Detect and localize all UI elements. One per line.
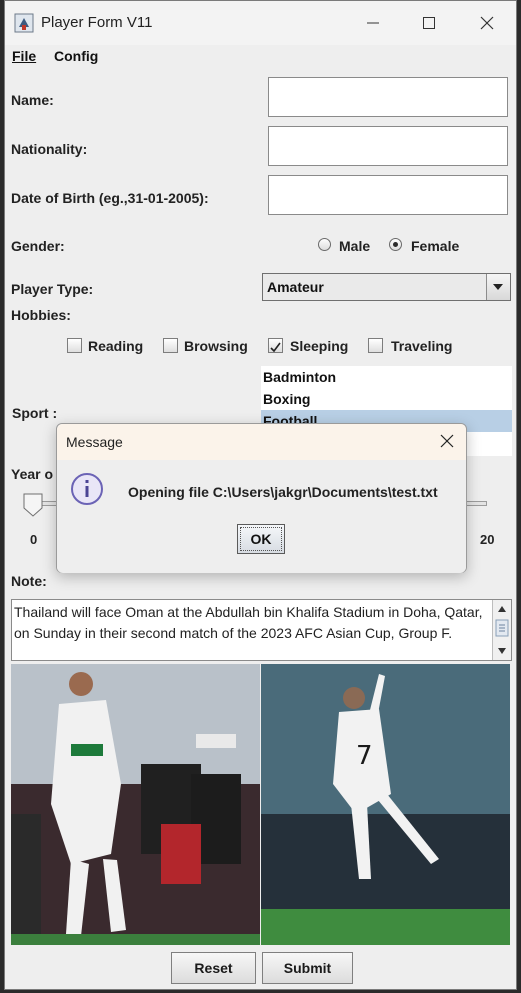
nationality-field[interactable] [268, 126, 508, 166]
minimize-icon[interactable] [363, 13, 383, 33]
checkbox[interactable] [368, 338, 383, 353]
scrollbar-arrows-icon [495, 606, 509, 654]
chevron-down-icon [493, 284, 503, 290]
ok-button[interactable]: OK [237, 524, 285, 554]
note-scrollbar[interactable] [492, 600, 511, 660]
list-item[interactable]: Boxing [261, 388, 512, 410]
reset-button[interactable]: Reset [171, 952, 256, 984]
list-item[interactable]: Badminton [261, 366, 512, 388]
dropdown-button[interactable] [486, 274, 510, 300]
java-app-icon [14, 13, 34, 33]
player-type-value: Amateur [267, 279, 324, 295]
close-icon[interactable] [477, 13, 497, 33]
svg-text:7: 7 [356, 741, 373, 771]
gender-male-label: Male [339, 238, 371, 254]
gender-female-label: Female [411, 238, 460, 254]
checkbox[interactable] [163, 338, 178, 353]
hobbies-label: Hobbies: [11, 307, 71, 323]
player-jump-image: 7 [261, 664, 510, 945]
player-type-label: Player Type: [11, 281, 94, 297]
menu-bar: File Config [5, 45, 516, 67]
hobby-traveling-label: Traveling [391, 338, 453, 354]
hobby-sleeping-label: Sleeping [290, 338, 349, 354]
player-photo-left [11, 664, 260, 945]
radio-selected-dot [393, 242, 398, 247]
gender-label: Gender: [11, 238, 65, 254]
note-label: Note: [11, 573, 47, 589]
year-label: Year o [11, 466, 54, 482]
hobby-reading-label: Reading [88, 338, 144, 354]
dialog-message: Opening file C:\Users\jakgr\Documents\te… [128, 484, 438, 500]
slider-max-label: 20 [480, 532, 495, 547]
radio-button[interactable] [318, 238, 331, 251]
title-bar[interactable]: Player Form V11 [5, 1, 516, 45]
maximize-icon[interactable] [419, 13, 439, 33]
window-title: Player Form V11 [41, 14, 153, 31]
message-dialog: Message Opening file C:\Users\jakgr\Docu… [56, 423, 467, 573]
radio-button[interactable] [389, 238, 402, 251]
menu-file[interactable]: File [12, 48, 36, 64]
checkbox[interactable] [67, 338, 82, 353]
dialog-body [57, 460, 466, 573]
name-label: Name: [11, 92, 54, 108]
slider-min-label: 0 [30, 532, 38, 547]
menu-config[interactable]: Config [54, 48, 98, 64]
nationality-label: Nationality: [11, 141, 88, 157]
dob-label: Date of Birth (eg.,31-01-2005): [11, 190, 209, 206]
checkbox[interactable] [268, 338, 283, 353]
dialog-title-bar[interactable]: Message [57, 424, 466, 460]
player-celebration-image [11, 664, 260, 945]
submit-button[interactable]: Submit [262, 952, 353, 984]
info-icon [71, 473, 103, 505]
name-field[interactable] [268, 77, 508, 117]
hobby-browsing-label: Browsing [184, 338, 248, 354]
slider-thumb[interactable] [23, 493, 43, 517]
sport-label: Sport : [12, 405, 58, 421]
player-photo-right: 7 [261, 664, 510, 945]
dialog-title: Message [66, 434, 123, 450]
note-text[interactable]: Thailand will face Oman at the Abdullah … [14, 602, 489, 643]
player-form-window: Player Form V11 File Config Name: Nation… [4, 0, 517, 990]
dob-field[interactable] [268, 175, 508, 215]
player-type-dropdown[interactable]: Amateur [262, 273, 511, 301]
close-icon[interactable] [440, 434, 454, 448]
note-textarea[interactable]: Thailand will face Oman at the Abdullah … [11, 599, 512, 661]
checkmark-icon [270, 342, 281, 353]
